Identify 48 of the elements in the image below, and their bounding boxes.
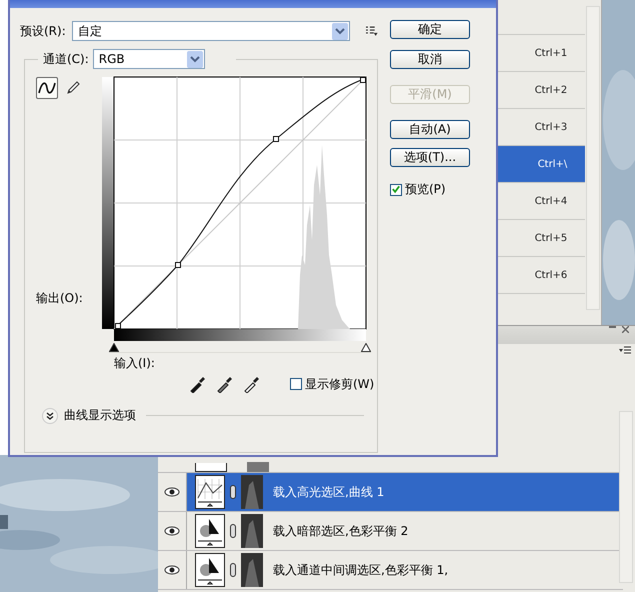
link-icon[interactable]	[230, 563, 236, 577]
check-icon	[391, 184, 401, 195]
list-options-icon[interactable]	[366, 26, 378, 36]
eyedropper-icon[interactable]	[243, 375, 261, 393]
layer-row[interactable]: 载入暗部选区,色彩平衡 2	[158, 512, 623, 551]
eyedropper-icon[interactable]	[189, 375, 207, 393]
menu-icon[interactable]	[619, 346, 631, 354]
preview-checkbox[interactable]: 预览(P)	[390, 181, 470, 198]
preset-dropdown[interactable]: 自定	[72, 21, 350, 41]
expand-icon[interactable]	[42, 408, 58, 424]
curve-graph[interactable]	[114, 76, 366, 330]
curve-display-options-label: 曲线显示选项	[64, 407, 136, 424]
input-label: 输入(I):	[114, 355, 156, 372]
adjustment-thumbnail	[195, 463, 227, 472]
curve-icon	[38, 81, 56, 95]
mask-thumbnail	[247, 462, 269, 472]
channel-dropdown[interactable]: RGB	[92, 49, 205, 69]
eye-icon[interactable]	[164, 565, 180, 575]
dialog-button[interactable]: 自动(A)	[390, 120, 470, 139]
input-slider-track[interactable]	[109, 343, 371, 353]
eyedropper-icon[interactable]	[216, 375, 234, 393]
layer-row[interactable]: 载入通道中间调选区,色彩平衡 1,	[158, 551, 623, 590]
channel-label: 通道(C):	[43, 50, 89, 68]
eye-icon[interactable]	[164, 487, 180, 497]
caret-icon	[332, 22, 348, 40]
close-icon[interactable]	[622, 326, 629, 333]
dialog-button[interactable]: 确定	[390, 20, 470, 39]
eye-icon[interactable]	[164, 526, 180, 536]
dialog-button[interactable]: 取消	[390, 50, 470, 69]
curves-thumbnail	[195, 475, 225, 509]
mask-thumbnail	[241, 514, 263, 548]
link-icon[interactable]	[230, 524, 236, 538]
dialog-button[interactable]: 选项(T)...	[390, 148, 470, 167]
scrollbar[interactable]	[619, 411, 633, 583]
caret-icon	[186, 50, 203, 68]
show-clipping-checkbox[interactable]: 显示修剪(W)	[290, 376, 374, 392]
link-icon[interactable]	[230, 485, 236, 499]
mask-thumbnail	[241, 553, 263, 587]
curve-tool[interactable]	[36, 77, 58, 99]
color-balance-thumbnail	[195, 514, 225, 548]
pencil-icon	[65, 80, 81, 96]
output-label: 输出(O):	[36, 290, 84, 307]
scrollbar[interactable]	[586, 6, 600, 310]
mask-thumbnail	[241, 475, 263, 509]
input-slider-handle[interactable]	[109, 343, 119, 352]
channel-row[interactable]: Ctrl+\	[497, 146, 586, 183]
preset-label: 预设(R):	[20, 22, 66, 40]
color-balance-thumbnail	[195, 553, 225, 587]
